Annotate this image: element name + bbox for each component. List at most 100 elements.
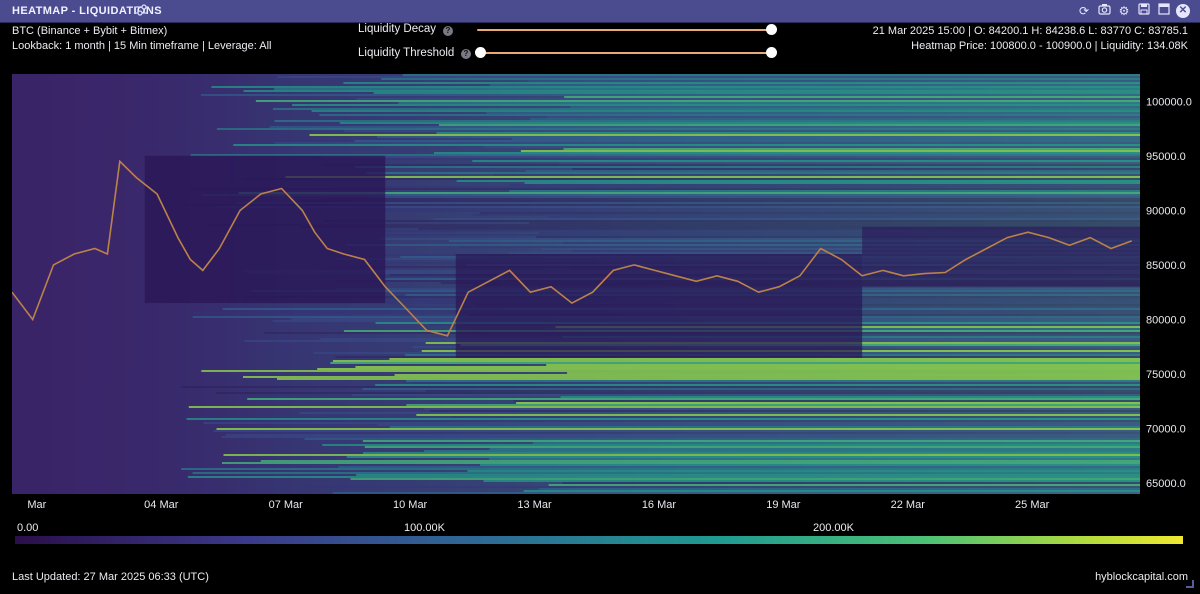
liquidity-band (274, 88, 1140, 90)
liquidity-band (277, 378, 1140, 380)
liquidity-band (489, 84, 1141, 86)
decay-help-icon[interactable]: ? (443, 26, 453, 36)
y-tick-label: 75000.0 (1146, 369, 1186, 381)
liquidity-band (292, 104, 1140, 106)
liquidity-band (362, 388, 1140, 390)
liquidity-threshold-min-knob[interactable] (475, 47, 486, 58)
liquidity-decay-track[interactable] (477, 29, 773, 31)
liquidity-band (298, 200, 1140, 202)
liquidity-band (424, 408, 1140, 410)
close-icon[interactable]: ✕ (1176, 4, 1190, 18)
y-tick-label: 95000.0 (1146, 151, 1186, 163)
liquidity-band (225, 434, 1141, 436)
liquidity-band (381, 78, 1140, 80)
y-tick-label: 85000.0 (1146, 260, 1186, 272)
liquidity-band (480, 464, 1141, 466)
liquidity-band (512, 138, 1140, 140)
liquidity-band (375, 384, 1141, 386)
liquidity-band (243, 90, 1141, 92)
liquidity-band (494, 174, 1140, 176)
heatmap-price-readout: Heatmap Price: 100800.0 - 100900.0 | Liq… (911, 40, 1188, 52)
liquidity-band (489, 458, 1140, 460)
liquidity-band (300, 486, 1140, 488)
liquidity-band (509, 190, 1140, 192)
liquidity-band (317, 368, 1140, 370)
liquidity-band (430, 410, 1141, 412)
resize-handle[interactable] (1186, 580, 1194, 588)
liquidity-band (346, 456, 1140, 458)
liquidity-band (239, 432, 1140, 434)
liquidity-band (339, 122, 1140, 124)
y-tick-label: 90000.0 (1146, 205, 1186, 217)
liquidity-band (538, 488, 1140, 490)
liquidity-band (181, 468, 1141, 470)
liquidity-band (398, 102, 1141, 104)
liquidity-band (213, 430, 1140, 432)
liquidity-band (548, 484, 1140, 486)
liquidity-band (356, 474, 1140, 476)
liquidity-band (472, 160, 1141, 162)
liquidity-band (354, 140, 1140, 142)
liquidity-band (221, 436, 1140, 438)
threshold-help-icon[interactable]: ? (461, 49, 471, 59)
liquidity-band (330, 362, 1140, 364)
liquidity-decay-knob[interactable] (766, 24, 777, 35)
expand-icon[interactable] (1156, 3, 1172, 19)
liquidity-band (319, 114, 1141, 116)
x-tick-label: 13 Mar (517, 499, 552, 511)
y-tick-label: 80000.0 (1146, 314, 1186, 326)
liquidity-band (355, 166, 1140, 168)
sliders-icon[interactable] (135, 3, 149, 19)
liquidity-band (332, 360, 1140, 362)
liquidity-band (356, 98, 1141, 100)
liquidity-band (351, 394, 1140, 396)
window-toolbar: ⟳ ⚙ ✕ (1076, 3, 1190, 19)
liquidity-band (332, 492, 1140, 494)
liquidity-band (304, 438, 1140, 440)
params-label: Lookback: 1 month | 15 Min timeframe | L… (12, 40, 272, 52)
liquidity-band (524, 182, 1140, 184)
liquidity-band (570, 106, 1140, 108)
liquidity-band (516, 402, 1140, 404)
y-axis: 100000.0 95000.0 90000.0 85000.0 80000.0 7500… (1146, 96, 1192, 490)
x-tick-label: 07 Mar (269, 499, 304, 511)
liquidity-band (200, 94, 1141, 96)
colorbar-label-max: 200.00K (813, 522, 854, 534)
liquidity-band (405, 380, 1140, 382)
liquidity-threshold-track[interactable] (480, 52, 771, 54)
liquidity-band (467, 470, 1141, 472)
x-tick-label: 22 Mar (891, 499, 926, 511)
liquidity-band (376, 136, 1141, 138)
liquidity-band (438, 124, 1140, 126)
last-updated-label: Last Updated: 27 Mar 2025 06:33 (UTC) (12, 571, 209, 583)
refresh-icon[interactable]: ⟳ (1076, 3, 1092, 19)
camera-icon[interactable] (1096, 3, 1112, 19)
liquidity-band (201, 370, 1140, 372)
save-icon[interactable] (1136, 3, 1152, 19)
liquidity-band (529, 222, 1140, 224)
liquidity-band (436, 132, 1140, 134)
liquidity-band (311, 110, 1140, 112)
liquidity-band (223, 454, 1140, 456)
settings-icon[interactable]: ⚙ (1116, 3, 1132, 19)
liquidity-band (416, 414, 1140, 416)
liquidity-band (273, 108, 1140, 110)
colorbar-label-min: 0.00 (17, 522, 39, 534)
liquidity-band (269, 126, 1140, 128)
liquidity-band (188, 406, 1141, 408)
x-tick-label: 10 Mar (393, 499, 428, 511)
x-tick-label: 04 Mar (144, 499, 179, 511)
liquidity-band (322, 444, 1140, 446)
liquidity-band (377, 424, 1140, 426)
liquidity-band (412, 382, 1140, 384)
liquidity-band (323, 164, 1140, 166)
liquidity-threshold-max-knob[interactable] (766, 47, 777, 58)
instrument-label: BTC (Binance + Bybit + Bitmex) (12, 25, 168, 37)
liquidity-band (338, 466, 1141, 468)
liquidity-band (203, 422, 1141, 424)
x-tick-label: 25 Mar (1015, 499, 1050, 511)
liquidation-heatmap-chart[interactable]: 100000.0 95000.0 90000.0 85000.0 80000.0 7500… (12, 74, 1200, 514)
liquidity-band (486, 112, 1141, 114)
liquidity-band (355, 366, 1141, 368)
liquidity-band (216, 392, 1141, 394)
